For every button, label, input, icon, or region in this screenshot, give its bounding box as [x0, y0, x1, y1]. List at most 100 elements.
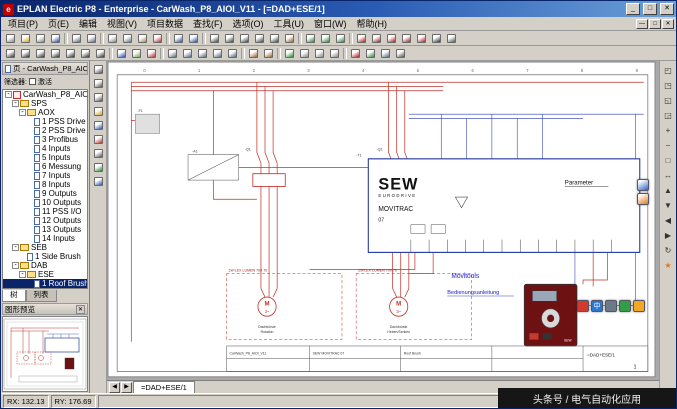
zoom-out-icon[interactable]: −: [661, 138, 676, 152]
ime-icon[interactable]: 中: [591, 300, 603, 312]
tree-item-13[interactable]: 10 Outputs: [3, 198, 87, 207]
collapse-all-icon[interactable]: [91, 77, 106, 90]
close-project-icon[interactable]: [33, 32, 48, 45]
new-project-icon[interactable]: [3, 32, 18, 45]
insert-terminal-icon[interactable]: [399, 32, 414, 45]
next-page-icon[interactable]: [318, 32, 333, 45]
zoom-corner-bl-icon[interactable]: ◱: [661, 93, 676, 107]
zoom-fit-icon[interactable]: [267, 32, 282, 45]
check-project-icon[interactable]: [363, 47, 378, 60]
paste-icon[interactable]: [135, 32, 150, 45]
tab-list[interactable]: 列表: [26, 290, 57, 302]
tree-item-12[interactable]: 9 Outputs: [3, 189, 87, 198]
scale-icon[interactable]: [225, 47, 240, 60]
delete-icon[interactable]: [150, 32, 165, 45]
tree-expander[interactable]: -: [12, 100, 19, 107]
move-icon[interactable]: [165, 47, 180, 60]
menu-item-9[interactable]: 窗口(W): [309, 17, 352, 30]
copy-icon[interactable]: [120, 32, 135, 45]
tree-item-21[interactable]: -ESE: [3, 270, 87, 279]
grid-icon[interactable]: [297, 47, 312, 60]
menu-item-4[interactable]: 视图(V): [102, 17, 142, 30]
tree-item-7[interactable]: 4 Inputs: [3, 144, 87, 153]
redo-icon[interactable]: [186, 32, 201, 45]
tree-item-4[interactable]: 1 PSS Drive: [3, 117, 87, 126]
update-parts-icon[interactable]: [348, 47, 363, 60]
copy-graphic-icon[interactable]: [180, 47, 195, 60]
goto-page-icon[interactable]: [333, 32, 348, 45]
image-icon[interactable]: [129, 47, 144, 60]
rectangle-icon[interactable]: [33, 47, 48, 60]
tree-item-11[interactable]: 8 Inputs: [3, 180, 87, 189]
mdi-close-button[interactable]: ✕: [662, 19, 674, 29]
graphic-text-icon[interactable]: [114, 47, 129, 60]
settings-icon[interactable]: [393, 47, 408, 60]
tree-item-23[interactable]: +SRT: [3, 288, 87, 289]
tab-tree[interactable]: 树: [2, 290, 26, 302]
menu-item-2[interactable]: 页(E): [43, 17, 74, 30]
tree-item-15[interactable]: 12 Outputs: [3, 216, 87, 225]
ellipse-icon[interactable]: [78, 47, 93, 60]
close-button[interactable]: ✕: [660, 3, 674, 15]
arc-icon[interactable]: [63, 47, 78, 60]
sheet-tab-1[interactable]: =DAD+ESE/1: [133, 381, 195, 393]
ortho-icon[interactable]: [327, 47, 342, 60]
tree-item-2[interactable]: -SPS: [3, 99, 87, 108]
expand-all-icon[interactable]: [91, 91, 106, 104]
pan-icon[interactable]: ↔: [661, 168, 676, 182]
drawing-region[interactable]: 0123456789: [107, 61, 659, 380]
layers-icon[interactable]: [282, 47, 297, 60]
tree-item-9[interactable]: 6 Messung: [3, 162, 87, 171]
tree-item-19[interactable]: 1 Side Brush: [3, 252, 87, 261]
zoom-in-icon[interactable]: +: [661, 123, 676, 137]
tree-expander[interactable]: -: [12, 244, 19, 251]
tree-expander[interactable]: -: [19, 271, 26, 278]
schematic-canvas[interactable]: 0123456789: [107, 61, 659, 380]
zoom-corner-br-icon[interactable]: ◲: [661, 108, 676, 122]
manual-link[interactable]: Bedienungsanleitung: [447, 290, 499, 296]
preview-panel-body[interactable]: [2, 316, 88, 392]
page-left-icon[interactable]: ◀: [661, 213, 676, 227]
ungroup-icon[interactable]: [261, 47, 276, 60]
tree-item-3[interactable]: -AOX: [3, 108, 87, 117]
tree-expander[interactable]: -: [19, 109, 26, 116]
zoom-corner-tl-icon[interactable]: ◰: [661, 63, 676, 77]
tree-item-20[interactable]: -DAB: [3, 261, 87, 270]
zoom-in-icon[interactable]: [222, 32, 237, 45]
favorites-icon[interactable]: ★: [661, 258, 676, 272]
page-down-icon[interactable]: ▼: [661, 198, 676, 212]
polyline-icon[interactable]: [18, 47, 33, 60]
cut-icon[interactable]: [105, 32, 120, 45]
tree-item-8[interactable]: 5 Inputs: [3, 153, 87, 162]
open-page-icon[interactable]: [91, 119, 106, 132]
tree-item-14[interactable]: 11 PSS I/O: [3, 207, 87, 216]
new-page-icon[interactable]: [91, 105, 106, 118]
tree-item-10[interactable]: 7 Inputs: [3, 171, 87, 180]
page-properties-icon[interactable]: [91, 147, 106, 160]
menu-item-10[interactable]: 帮助(H): [352, 17, 393, 30]
sheet-nav-next-button[interactable]: ▶: [121, 382, 132, 393]
insert-text-icon[interactable]: [429, 32, 444, 45]
help-widget-icon[interactable]: [637, 193, 649, 205]
filter-active-checkbox[interactable]: [29, 78, 36, 85]
delete-page-icon[interactable]: [91, 133, 106, 146]
circle-icon[interactable]: [48, 47, 63, 60]
group-icon[interactable]: [246, 47, 261, 60]
mdi-restore-button[interactable]: □: [649, 19, 661, 29]
preview-close-button[interactable]: ✕: [76, 305, 85, 314]
line-icon[interactable]: [3, 47, 18, 60]
tree-expander[interactable]: -: [12, 262, 19, 269]
save-icon[interactable]: [48, 32, 63, 45]
page-up-icon[interactable]: ▲: [661, 183, 676, 197]
insert-cable-icon[interactable]: [384, 32, 399, 45]
reports-icon[interactable]: [378, 47, 393, 60]
rotate-icon[interactable]: [210, 47, 225, 60]
tree-item-5[interactable]: 2 PSS Drive: [3, 126, 87, 135]
preview-toggle-icon[interactable]: [91, 161, 106, 174]
tree-item-22[interactable]: 1 Roof Brush: [3, 279, 87, 288]
mdi-minimize-button[interactable]: —: [636, 19, 648, 29]
tree-item-16[interactable]: 13 Outputs: [3, 225, 87, 234]
insert-plc-icon[interactable]: [414, 32, 429, 45]
nav-widget-icon[interactable]: [637, 179, 649, 191]
screenshot-icon[interactable]: [577, 300, 589, 312]
